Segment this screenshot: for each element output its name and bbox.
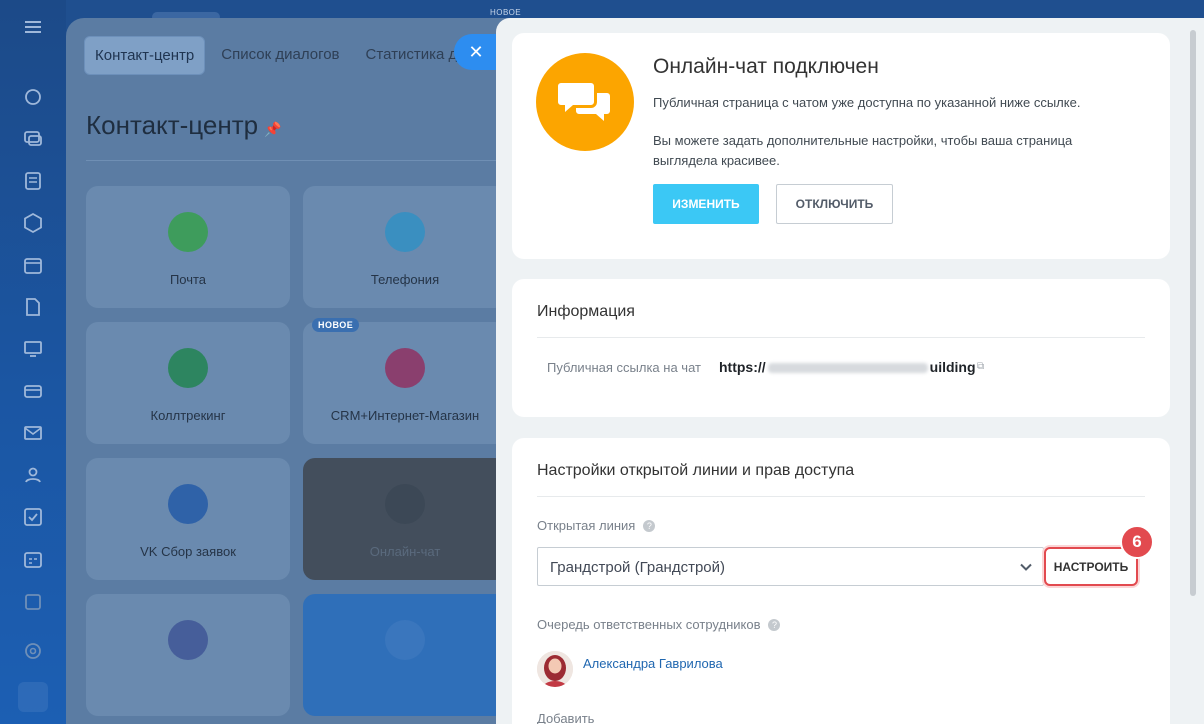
mail-icon[interactable] (22, 422, 44, 444)
online-chat-panel: Онлайн-чат подключен Публичная страница … (496, 18, 1204, 724)
viber-icon (168, 620, 208, 660)
status-text-2: Вы можете задать дополнительные настройк… (653, 133, 1073, 168)
menu-icon[interactable] (22, 16, 44, 38)
page-title-text: Контакт-центр (86, 110, 259, 140)
calendar-icon[interactable] (22, 254, 44, 276)
tile-label: Коллтрекинг (150, 408, 226, 423)
scrollbar[interactable] (1190, 30, 1196, 596)
tile-mail[interactable]: Почта (86, 186, 290, 308)
public-link-suffix: uilding (929, 359, 976, 375)
chat-bubbles-icon (536, 53, 634, 151)
settings-title: Настройки открытой линии и прав доступа (537, 462, 855, 479)
tile-label: Телефония (370, 272, 440, 287)
tile-calltracking[interactable]: Коллтрекинг (86, 322, 290, 444)
tile-vk-leads[interactable]: VK Сбор заявок (86, 458, 290, 580)
phone-icon (385, 212, 425, 252)
monitor-icon[interactable] (22, 338, 44, 360)
tile-crm-shop[interactable]: CRM+Интернет-Магазин (303, 322, 507, 444)
public-link-label: Публичная ссылка на чат (547, 360, 701, 375)
calltracking-icon (168, 348, 208, 388)
top-new-label: НОВОЕ (490, 8, 522, 17)
tile-label: Онлайн-чат (369, 544, 441, 559)
queue-label-text: Очередь ответственных сотрудников (537, 617, 761, 632)
open-line-label-text: Открытая линия (537, 518, 636, 533)
store-icon[interactable] (22, 380, 44, 402)
chat-icon[interactable] (22, 128, 44, 150)
help-icon[interactable]: ? (768, 619, 781, 631)
open-line-select[interactable]: Грандстрой (Грандстрой) (537, 547, 1044, 586)
open-line-label: Открытая линия? (537, 518, 656, 533)
file-icon[interactable] (22, 296, 44, 318)
tile-label: VK Сбор заявок (140, 544, 236, 559)
tab-dialog-list[interactable]: Список диалогов (211, 36, 349, 75)
hexagon-icon[interactable] (22, 212, 44, 234)
shop-icon (385, 348, 425, 388)
info-card: Информация Публичная ссылка на чат https… (512, 279, 1170, 417)
archive-icon[interactable] (22, 590, 44, 612)
status-text-1: Публичная страница с чатом уже доступна … (653, 95, 1081, 110)
help-icon[interactable]: ? (643, 520, 656, 532)
open-line-settings-card: Настройки открытой линии и прав доступа … (512, 438, 1170, 724)
chevron-down-icon (1020, 563, 1032, 571)
tile-label: CRM+Интернет-Магазин (330, 408, 480, 423)
avatar (537, 651, 573, 687)
mail-icon (168, 212, 208, 252)
bg-tabs: Контакт-центр Список диалогов Статистика… (84, 36, 476, 75)
close-panel-button[interactable]: ✕ (454, 34, 498, 70)
rail-bottom-tile (18, 682, 48, 712)
edit-button[interactable]: ИЗМЕНИТЬ (653, 184, 759, 224)
public-link[interactable]: https:// uilding (719, 359, 976, 375)
users-icon[interactable] (22, 464, 44, 486)
step-badge: 6 (1120, 525, 1154, 559)
tile-telephony[interactable]: Телефония (303, 186, 507, 308)
public-link-prefix: https:// (719, 359, 766, 375)
chat-icon (385, 484, 425, 524)
page-title: Контакт-центр 📌 (86, 110, 282, 141)
open-line-value: Грандстрой (Грандстрой) (550, 559, 726, 576)
tile-label: Почта (169, 272, 207, 287)
status-card: Онлайн-чат подключен Публичная страница … (512, 33, 1170, 259)
schedule-icon[interactable] (22, 548, 44, 570)
settings-icon[interactable] (22, 640, 44, 662)
vk-form-icon (168, 484, 208, 524)
tile-viber[interactable] (86, 594, 290, 716)
new-badge: НОВОЕ (312, 318, 360, 332)
settings-divider (537, 496, 1145, 497)
queue-label: Очередь ответственных сотрудников? (537, 617, 781, 632)
tile-online-chat[interactable]: Онлайн-чат (303, 458, 507, 580)
employee-link[interactable]: Александра Гаврилова (583, 656, 723, 671)
tab-contact-center[interactable]: Контакт-центр (84, 36, 206, 75)
disable-button[interactable]: ОТКЛЮЧИТЬ (776, 184, 893, 224)
external-link-icon[interactable]: ⧉ (977, 361, 984, 372)
status-title: Онлайн-чат подключен (653, 55, 879, 78)
telegram-icon (385, 620, 425, 660)
add-employee-link[interactable]: Добавить (537, 711, 594, 724)
info-divider (537, 337, 1145, 338)
feed-icon[interactable] (22, 86, 44, 108)
tile-telegram[interactable] (303, 594, 507, 716)
docs-icon[interactable] (22, 170, 44, 192)
info-title: Информация (537, 303, 635, 320)
blurred-url (767, 363, 928, 374)
left-nav-rail (0, 0, 66, 724)
tasks-icon[interactable] (22, 506, 44, 528)
pin-icon[interactable]: 📌 (264, 121, 281, 137)
title-divider (86, 160, 546, 161)
